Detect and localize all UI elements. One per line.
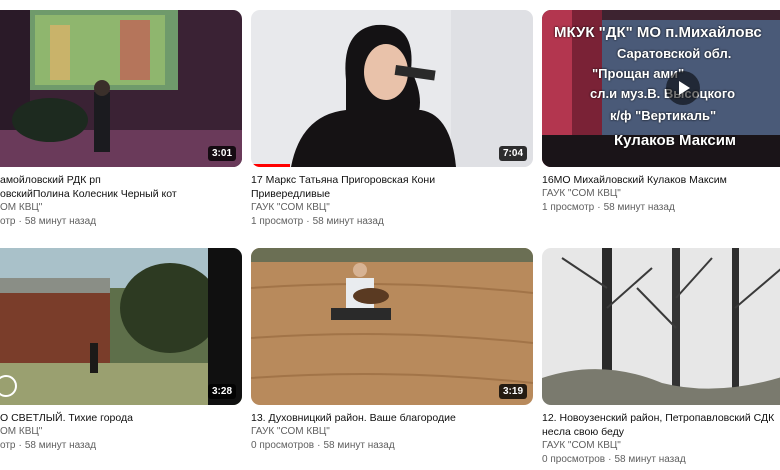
- separator-dot: ·: [18, 216, 22, 227]
- video-stats: 0 просмотров · 58 минут назад: [251, 439, 533, 453]
- view-count: отр: [0, 440, 16, 451]
- separator-dot: ·: [317, 440, 321, 451]
- video-stats: отр · 58 минут назад: [0, 439, 240, 453]
- video-title-line2[interactable]: Привередливые: [251, 187, 533, 201]
- separator-dot: ·: [306, 216, 310, 227]
- view-count: 1 просмотр: [251, 216, 304, 227]
- upload-age: 58 минут назад: [24, 440, 97, 451]
- stage-banner-line: МКУК "ДК" МО п.Михайловс: [554, 24, 762, 41]
- video-thumbnail[interactable]: 3:01: [0, 10, 242, 167]
- upload-age: 58 минут назад: [323, 440, 395, 451]
- video-title[interactable]: 16МО Михайловский Кулаков Максим: [542, 173, 780, 187]
- upload-age: 58 минут назад: [24, 216, 97, 227]
- video-title[interactable]: 12. Новоузенский район, Петропавловский …: [542, 411, 780, 425]
- video-title[interactable]: 17 Маркс Татьяна Пригоровская Кони: [251, 173, 533, 187]
- video-thumbnail[interactable]: [542, 248, 780, 405]
- video-title[interactable]: амойловский РДК рп: [0, 173, 240, 187]
- video-thumbnail[interactable]: 7:04: [251, 10, 533, 167]
- video-thumbnail[interactable]: 3:19: [251, 248, 533, 405]
- video-stats: 1 просмотр · 58 минут назад: [542, 201, 780, 215]
- view-count: 0 просмотров: [251, 440, 315, 451]
- view-count: отр: [0, 216, 16, 227]
- upload-age: 58 минут назад: [614, 454, 686, 465]
- video-stats: 1 просмотр · 58 минут назад: [251, 215, 533, 229]
- video-title[interactable]: О СВЕТЛЫЙ. Тихие города: [0, 411, 240, 425]
- watch-progress: [251, 164, 291, 167]
- channel-name[interactable]: ГАУК "СОМ КВЦ": [542, 439, 780, 453]
- video-stats: отр · 58 минут назад: [0, 215, 240, 229]
- separator-dot: ·: [597, 202, 601, 213]
- duration-badge: 3:19: [498, 384, 527, 399]
- channel-name[interactable]: ГАУК "СОМ КВЦ": [542, 187, 780, 201]
- video-title-line2[interactable]: несла свою беду: [542, 425, 780, 439]
- video-stats: 0 просмотров · 58 минут назад: [542, 453, 780, 467]
- duration-badge: 3:01: [207, 146, 236, 161]
- channel-name[interactable]: ОМ КВЦ": [0, 425, 240, 439]
- duration-badge: 3:28: [207, 384, 236, 399]
- play-icon[interactable]: [666, 71, 700, 105]
- view-count: 1 просмотр: [542, 202, 595, 213]
- view-count: 0 просмотров: [542, 454, 606, 465]
- duration-badge: 7:04: [498, 146, 527, 161]
- video-thumbnail[interactable]: МКУК "ДК" МО п.Михайловс Саратовской обл…: [542, 10, 780, 167]
- upload-age: 58 минут назад: [312, 216, 384, 227]
- stage-banner-line: сл.и муз.В. Высоцкого: [590, 86, 736, 101]
- stage-banner-line: к/ф "Вертикаль": [610, 108, 717, 123]
- video-thumbnail[interactable]: 3:28: [0, 248, 242, 405]
- stage-banner-line: Кулаков Максим: [614, 132, 737, 149]
- video-title[interactable]: 13. Духовницкий район. Ваше благородие: [251, 411, 533, 425]
- channel-name[interactable]: ОМ КВЦ": [0, 201, 240, 215]
- video-title-line2[interactable]: овскийПолина Колесник Черный кот: [0, 187, 240, 201]
- channel-name[interactable]: ГАУК "СОМ КВЦ": [251, 425, 533, 439]
- stage-banner-line: Саратовской обл.: [617, 46, 732, 61]
- separator-dot: ·: [608, 454, 612, 465]
- channel-name[interactable]: ГАУК "СОМ КВЦ": [251, 201, 533, 215]
- upload-age: 58 минут назад: [603, 202, 675, 213]
- separator-dot: ·: [18, 440, 22, 451]
